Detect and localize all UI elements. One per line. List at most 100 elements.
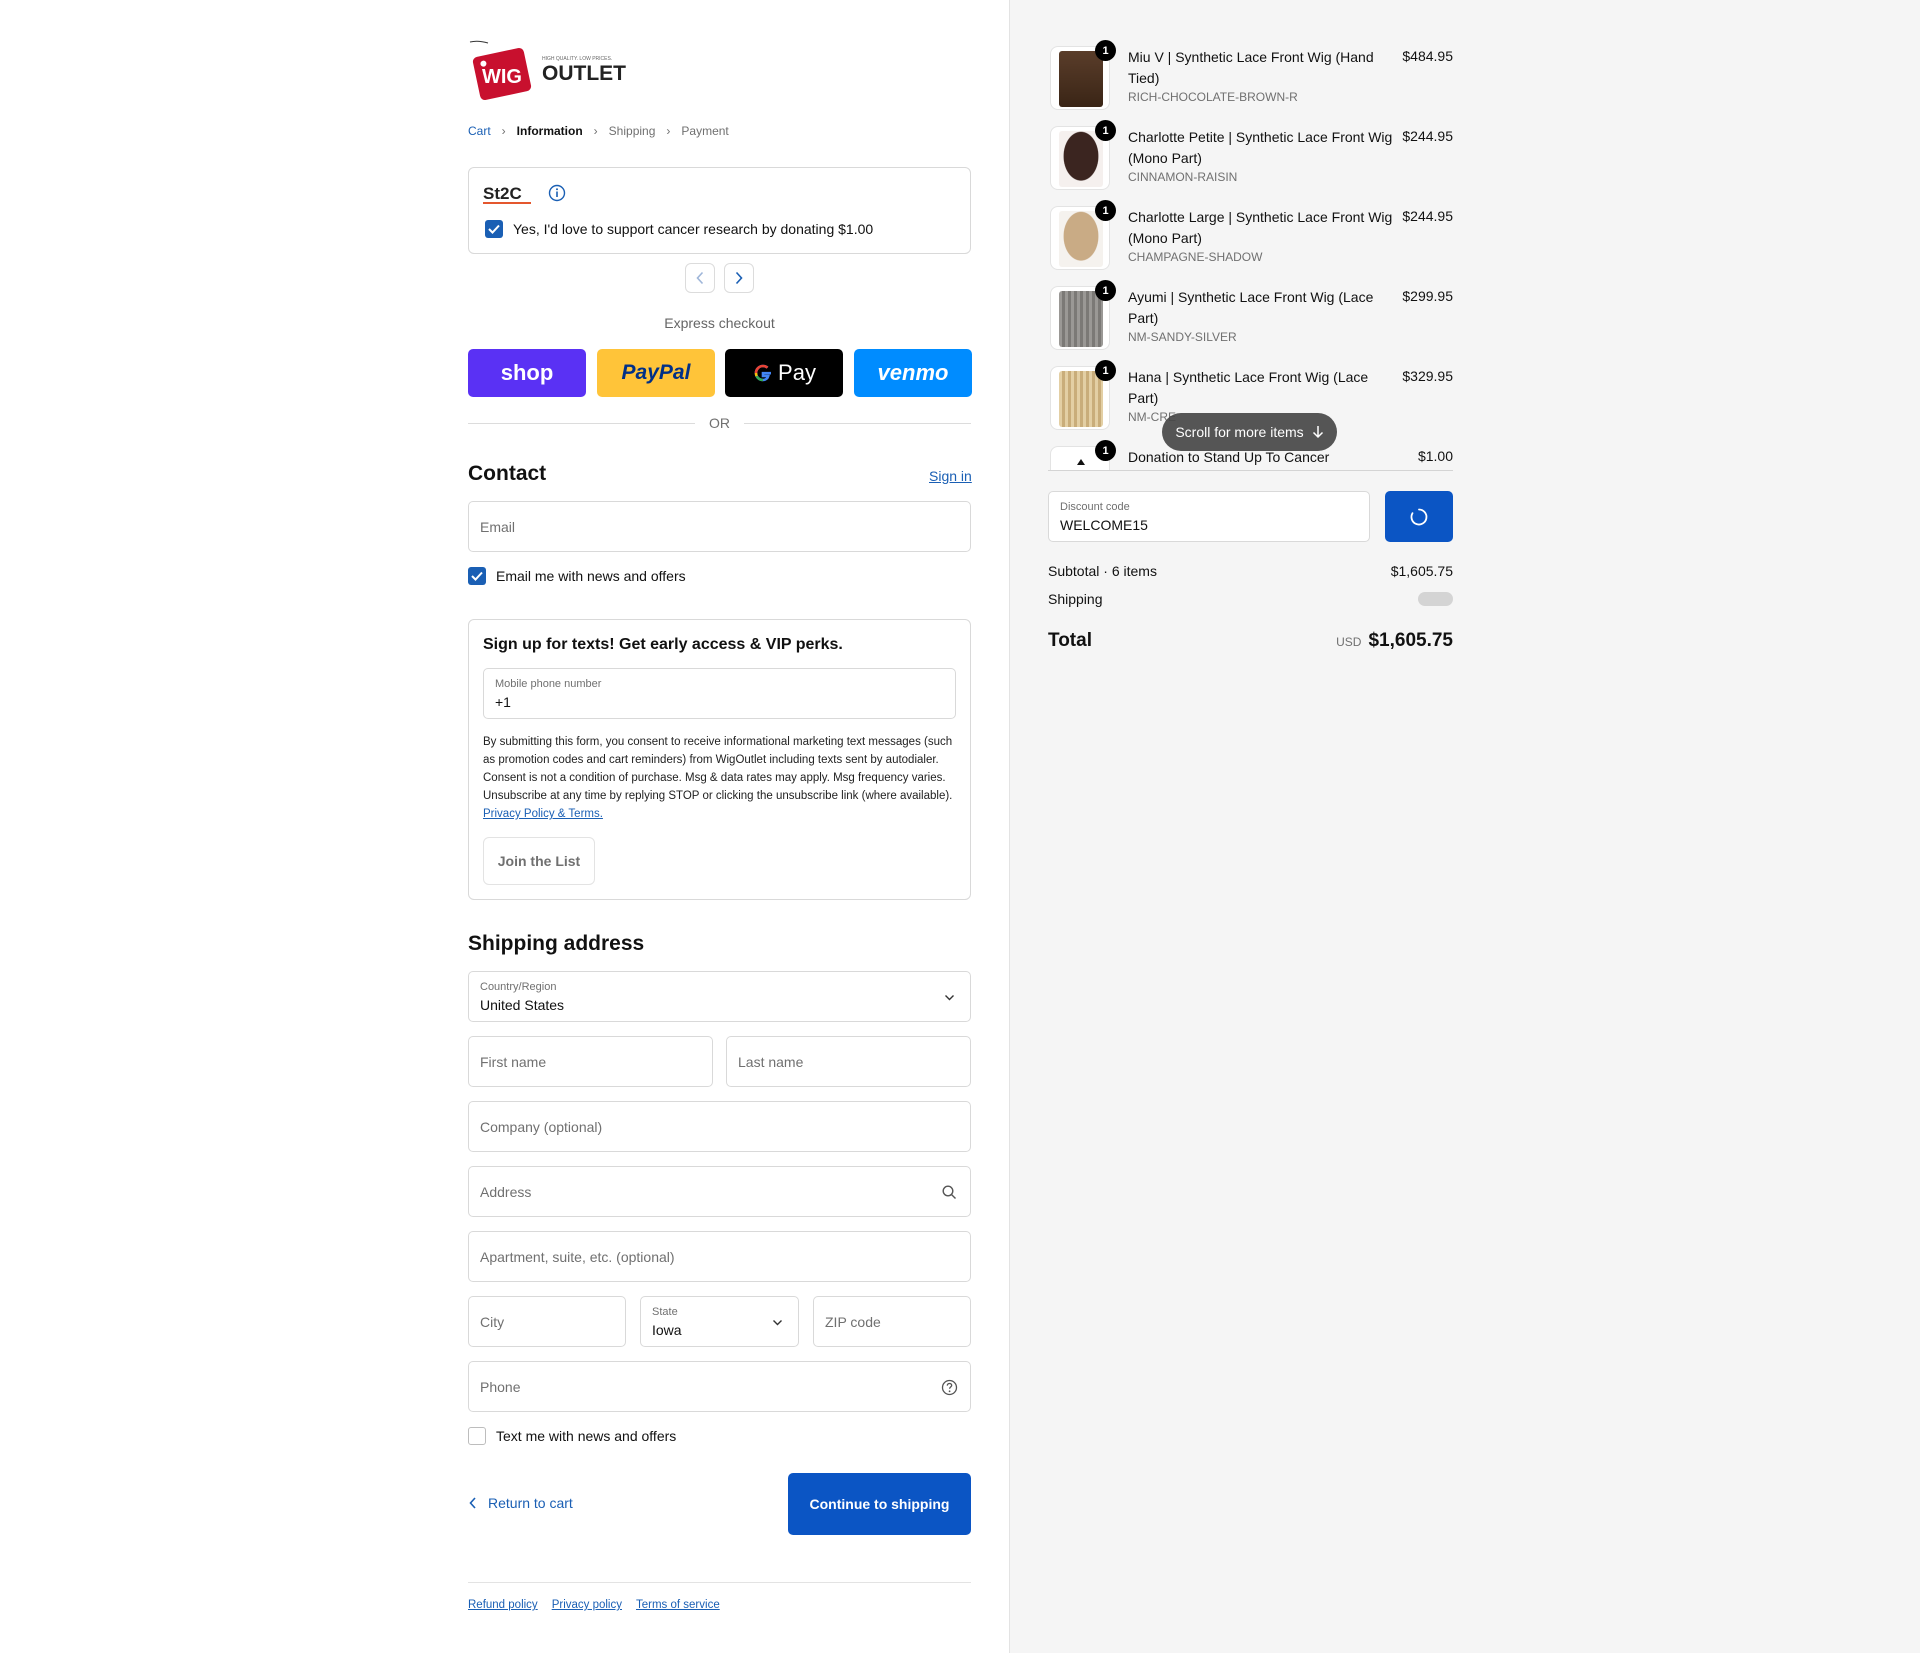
email-field[interactable]: Email — [468, 501, 971, 552]
chevron-right-icon — [735, 271, 743, 285]
or-divider: OR — [468, 415, 971, 431]
shop-pay-button[interactable]: shop — [468, 349, 586, 397]
scroll-hint-label: Scroll for more items — [1175, 424, 1304, 440]
logo-word-outlet: OUTLET — [542, 62, 626, 85]
sms-legal-text: By submitting this form, you consent to … — [483, 733, 953, 823]
shipping-address-heading: Shipping address — [468, 932, 645, 955]
chevron-down-icon — [773, 1320, 782, 1326]
first-name-placeholder: First name — [480, 1054, 547, 1070]
zip-field[interactable]: ZIP code — [813, 1296, 971, 1347]
quantity-badge: 1 — [1095, 200, 1116, 221]
breadcrumb-shipping: Shipping — [608, 124, 656, 138]
continue-to-shipping-button[interactable]: Continue to shipping — [788, 1473, 971, 1535]
donation-label[interactable]: Yes, I'd love to support cancer research… — [513, 221, 873, 237]
express-checkout-title: Express checkout — [664, 315, 775, 331]
item-price: $484.95 — [1402, 48, 1453, 64]
paypal-label: PayPal — [621, 361, 691, 384]
discount-label: Discount code — [1060, 501, 1130, 513]
email-news-option[interactable]: Email me with news and offers — [468, 567, 686, 585]
apply-discount-button[interactable] — [1385, 491, 1453, 542]
privacy-policy-link[interactable]: Privacy policy — [552, 1599, 622, 1611]
carousel-prev-button[interactable] — [685, 263, 715, 293]
venmo-label: venmo — [877, 360, 949, 385]
quantity-badge: 1 — [1095, 360, 1116, 381]
wig-outlet-logo[interactable]: WIG HIGH QUALITY. LOW PRICES. OUTLET — [468, 38, 633, 106]
discount-value: WELCOME15 — [1060, 517, 1148, 533]
quantity-badge: 1 — [1095, 280, 1116, 301]
discount-code-field[interactable]: Discount code WELCOME15 — [1048, 491, 1370, 542]
mobile-phone-field[interactable]: Mobile phone number +1 — [483, 668, 956, 719]
mobile-phone-label: Mobile phone number — [495, 678, 602, 690]
paypal-button[interactable]: PayPal — [597, 349, 715, 397]
item-name: Hana | Synthetic Lace Front Wig (Lace Pa… — [1128, 369, 1369, 406]
item-price: $244.95 — [1402, 128, 1453, 144]
help-icon[interactable] — [941, 1379, 958, 1396]
breadcrumb: Cart › Information › Shipping › Payment — [468, 124, 729, 138]
item-price: $329.95 — [1402, 368, 1453, 384]
first-name-field[interactable]: First name — [468, 1036, 713, 1087]
privacy-terms-link[interactable]: Privacy Policy & Terms. — [483, 808, 603, 820]
carousel-next-button[interactable] — [724, 263, 754, 293]
google-pay-button[interactable]: Pay — [725, 349, 843, 397]
item-variant: NM-SANDY-SILVER — [1128, 330, 1237, 344]
last-name-placeholder: Last name — [738, 1054, 804, 1070]
last-name-field[interactable]: Last name — [726, 1036, 971, 1087]
phone-field[interactable]: Phone — [468, 1361, 971, 1412]
item-variant: CINNAMON-RAISIN — [1128, 170, 1238, 184]
text-news-option[interactable]: Text me with news and offers — [468, 1427, 676, 1445]
quantity-badge: 1 — [1095, 120, 1116, 141]
address-placeholder: Address — [480, 1184, 532, 1200]
sms-title: Sign up for texts! Get early access & VI… — [483, 636, 843, 653]
order-item: 1 Charlotte Large | Synthetic Lace Front… — [1048, 200, 1453, 280]
chevron-right-icon: › — [501, 124, 506, 138]
country-label: Country/Region — [480, 981, 557, 993]
order-item: 1 Charlotte Petite | Synthetic Lace Fron… — [1048, 120, 1453, 200]
info-icon[interactable] — [548, 184, 566, 202]
loading-spinner-icon — [1410, 508, 1428, 525]
city-field[interactable]: City — [468, 1296, 626, 1347]
item-variant: RICH-CHOCOLATE-BROWN-R — [1128, 90, 1298, 104]
shipping-row: Shipping — [1048, 591, 1453, 607]
scroll-for-more-button[interactable]: Scroll for more items — [1162, 413, 1337, 451]
order-items-list[interactable]: 1 Miu V | Synthetic Lace Front Wig (Hand… — [1048, 40, 1453, 470]
item-price: $299.95 — [1402, 288, 1453, 304]
divider-line — [744, 422, 971, 424]
item-price: $244.95 — [1402, 208, 1453, 224]
terms-of-service-link[interactable]: Terms of service — [636, 1599, 720, 1611]
chevron-right-icon: › — [593, 124, 598, 138]
return-to-cart-link[interactable]: Return to cart — [468, 1495, 573, 1511]
google-pay-label: Pay — [778, 360, 816, 385]
state-select[interactable]: State Iowa — [640, 1296, 799, 1347]
logo-word-wig: WIG — [482, 66, 522, 88]
item-name: Charlotte Large | Synthetic Lace Front W… — [1128, 209, 1393, 246]
email-placeholder: Email — [480, 519, 516, 535]
check-icon — [488, 224, 500, 234]
product-image — [1059, 51, 1103, 107]
item-name: Ayumi | Synthetic Lace Front Wig (Lace P… — [1128, 289, 1374, 326]
total-amount: USD $1,605.75 — [1336, 630, 1453, 652]
apartment-field[interactable]: Apartment, suite, etc. (optional) — [468, 1231, 971, 1282]
company-field[interactable]: Company (optional) — [468, 1101, 971, 1152]
email-news-label: Email me with news and offers — [496, 568, 686, 584]
breadcrumb-payment: Payment — [681, 124, 729, 138]
product-image — [1059, 371, 1103, 427]
email-news-checkbox[interactable] — [468, 567, 486, 585]
country-select[interactable]: Country/Region United States — [468, 971, 971, 1022]
breadcrumb-cart[interactable]: Cart — [468, 124, 491, 138]
text-news-checkbox[interactable] — [468, 1427, 486, 1445]
total-label: Total — [1048, 630, 1092, 651]
join-list-button[interactable]: Join the List — [483, 837, 595, 885]
shipping-label: Shipping — [1048, 591, 1103, 607]
product-image — [1059, 131, 1103, 187]
search-icon — [942, 1185, 956, 1199]
mobile-phone-value: +1 — [495, 694, 511, 710]
sign-in-link[interactable]: Sign in — [929, 468, 972, 484]
country-value: United States — [480, 997, 565, 1013]
donation-checkbox[interactable] — [485, 220, 503, 238]
quantity-badge: 1 — [1095, 40, 1116, 61]
chevron-left-icon — [469, 1497, 476, 1509]
contact-heading: Contact — [468, 462, 547, 485]
venmo-button[interactable]: venmo — [854, 349, 972, 397]
refund-policy-link[interactable]: Refund policy — [468, 1599, 538, 1611]
address-field[interactable]: Address — [468, 1166, 971, 1217]
